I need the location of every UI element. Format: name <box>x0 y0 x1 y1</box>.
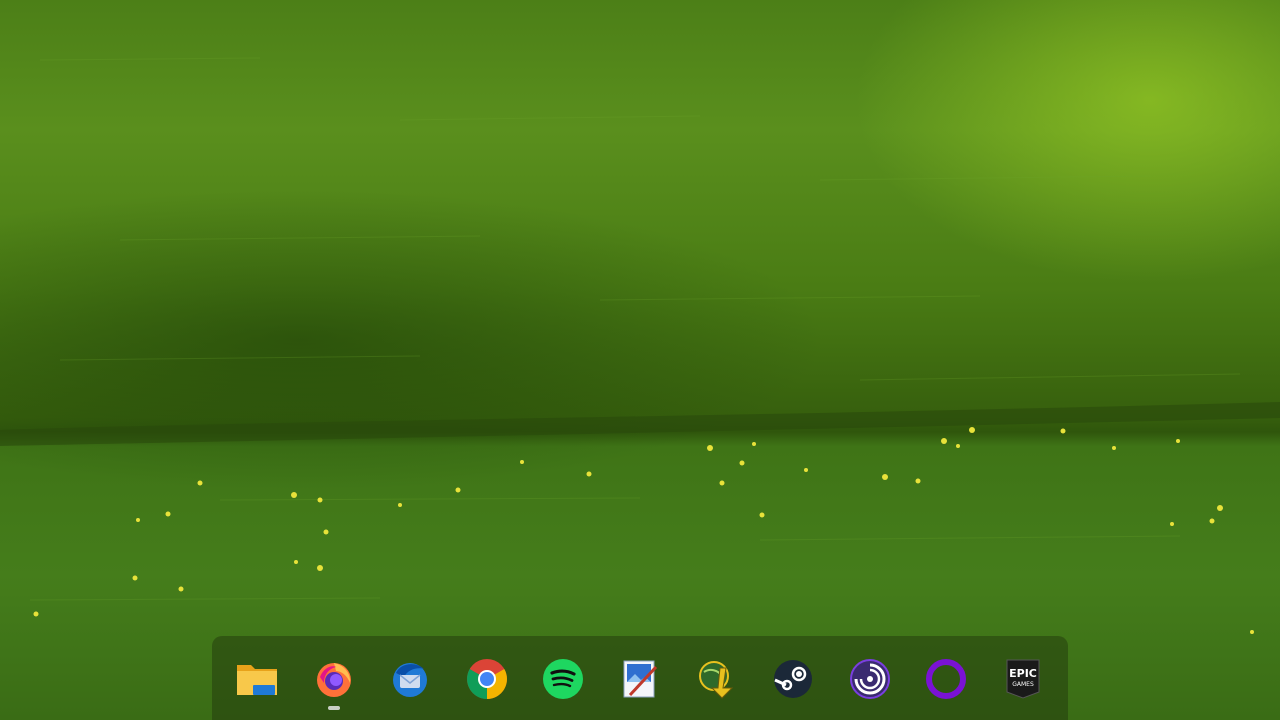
ubisoft-icon <box>849 659 890 699</box>
taskbar-spotify-button[interactable] <box>540 656 586 702</box>
thunderbird-icon <box>393 663 428 697</box>
jdownloader-icon <box>698 661 733 699</box>
steam-icon <box>774 660 813 698</box>
taskbar: EPIC GAMES <box>212 636 1068 720</box>
cortana-ring-icon <box>926 659 967 699</box>
taskbar-ubisoft-connect-button[interactable] <box>847 656 893 702</box>
desktop-wallpaper <box>0 0 1280 720</box>
epic-logo-line2: GAMES <box>1012 681 1034 688</box>
taskbar-paint-button[interactable] <box>617 656 663 702</box>
taskbar-jdownloader-button[interactable] <box>694 656 740 702</box>
spotify-icon <box>543 659 584 699</box>
taskbar-firefox-button[interactable] <box>311 656 357 710</box>
taskbar-cortana-button[interactable] <box>923 656 969 702</box>
taskbar-epic-games-button[interactable]: EPIC GAMES <box>1000 656 1046 702</box>
paint-icon <box>623 660 658 698</box>
epic-logo-line1: EPIC <box>1009 667 1037 680</box>
epic-games-icon: EPIC GAMES <box>1006 659 1040 699</box>
folder-icon <box>237 665 277 695</box>
taskbar-thunderbird-button[interactable] <box>387 656 433 702</box>
taskbar-file-explorer-button[interactable] <box>234 656 280 702</box>
firefox-icon <box>316 663 351 697</box>
taskbar-steam-button[interactable] <box>770 656 816 702</box>
chrome-icon <box>466 659 507 699</box>
taskbar-chrome-button[interactable] <box>464 656 510 702</box>
wallpaper-texture <box>0 57 1280 634</box>
running-indicator <box>327 706 340 710</box>
